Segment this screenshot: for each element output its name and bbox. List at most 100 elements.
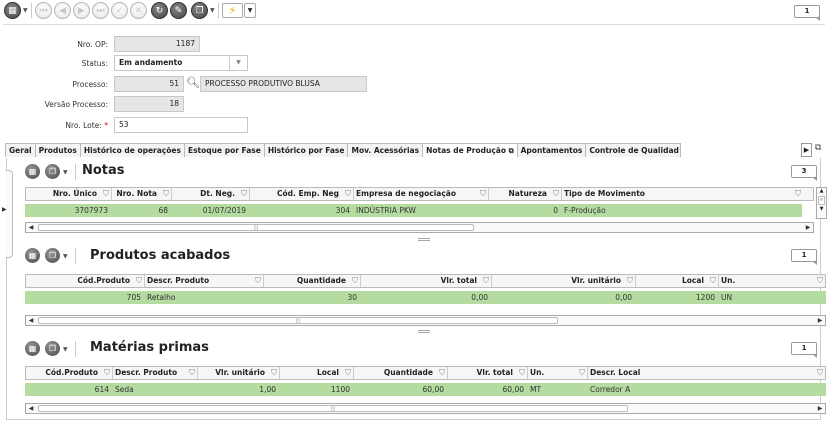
scroll-thumb[interactable]: ≡: [818, 196, 825, 205]
chevron-down-icon[interactable]: ▼: [63, 346, 68, 353]
filter-icon[interactable]: ⛉: [352, 275, 358, 287]
materias-page-indicator[interactable]: 1: [791, 342, 817, 358]
confirm-icon[interactable]: ✓: [111, 2, 128, 19]
edit-icon[interactable]: ✎: [170, 2, 187, 19]
next-record-icon[interactable]: ▶: [73, 2, 90, 19]
col-quantidade[interactable]: Quantidade ⛉: [354, 367, 448, 379]
tab-mov-acessorias[interactable]: Mov. Acessórias: [347, 143, 424, 157]
chevron-down-icon[interactable]: ▼: [63, 169, 68, 176]
filter-icon[interactable]: ⛉: [255, 275, 261, 287]
filter-icon[interactable]: ⛉: [817, 275, 823, 287]
filter-icon[interactable]: ⛉: [271, 367, 277, 379]
filter-icon[interactable]: ⛉: [795, 188, 801, 200]
grid-menu-icon[interactable]: ▦: [25, 341, 40, 356]
grid-menu-icon[interactable]: ▦: [4, 2, 21, 19]
tab-scroll-right-button[interactable]: ▶: [801, 143, 812, 157]
page-indicator[interactable]: 1: [794, 5, 820, 21]
filter-icon[interactable]: ⛉: [439, 367, 445, 379]
col-cod-produto[interactable]: Cód.Produto ⛉: [26, 367, 113, 379]
filter-icon[interactable]: ⛉: [136, 275, 142, 287]
cancel-icon[interactable]: ✕: [130, 2, 147, 19]
col-vlr-total[interactable]: Vlr. total ⛉: [361, 275, 492, 287]
filter-icon[interactable]: ⛉: [627, 275, 633, 287]
col-nro-unico[interactable]: Nro. Único ⛉: [26, 188, 112, 200]
filter-icon[interactable]: ⛉: [579, 367, 585, 379]
tab-estoque-por-fase[interactable]: Estoque por Fase: [183, 143, 265, 157]
chevron-down-icon[interactable]: ▼: [23, 7, 28, 14]
tab-historico-operacoes[interactable]: Histórico de operações: [79, 143, 185, 157]
chevron-down-icon[interactable]: ▼: [210, 7, 215, 14]
splitter[interactable]: [418, 238, 430, 241]
scroll-thumb[interactable]: |||: [38, 405, 628, 412]
status-select[interactable]: Em andamento ▼: [114, 55, 248, 71]
tab-notas-producao[interactable]: Notas de Produção ⧉: [422, 143, 518, 157]
scroll-thumb[interactable]: |||: [38, 317, 558, 324]
filter-icon[interactable]: ⛉: [104, 367, 110, 379]
col-natureza[interactable]: Natureza ⛉: [489, 188, 562, 200]
scroll-right-icon[interactable]: ▶: [815, 316, 825, 325]
col-quantidade[interactable]: Quantidade ⛉: [264, 275, 361, 287]
filter-icon[interactable]: ⛉: [241, 188, 247, 200]
refresh-icon[interactable]: ↻: [151, 2, 168, 19]
tab-menu-icon[interactable]: ⧉: [815, 143, 821, 153]
col-nro-nota[interactable]: Nro. Nota ⛉: [112, 188, 172, 200]
col-descr-produto[interactable]: Descr. Produto ⛉: [145, 275, 264, 287]
popout-icon[interactable]: ⧉: [509, 147, 514, 155]
scroll-up-icon[interactable]: ▲: [817, 188, 826, 195]
tab-controle-qualidade[interactable]: Controle de Qualidad: [585, 143, 682, 157]
processo-field[interactable]: 51: [114, 76, 184, 92]
expand-arrow-icon[interactable]: ▶: [2, 206, 7, 213]
col-descr-local[interactable]: Descr. Local ⛉: [588, 367, 825, 379]
col-un[interactable]: Un. ⛉: [719, 275, 825, 287]
filter-icon[interactable]: ⛉: [189, 367, 195, 379]
scroll-left-icon[interactable]: ◀: [26, 223, 36, 232]
last-record-icon[interactable]: ⏭: [92, 2, 109, 19]
scroll-left-icon[interactable]: ◀: [26, 316, 36, 325]
vertical-scrollbar[interactable]: ▲ ≡ ▼: [816, 187, 827, 219]
filter-icon[interactable]: ⛉: [519, 367, 525, 379]
filter-icon[interactable]: ⛉: [345, 188, 351, 200]
col-empresa-negociacao[interactable]: Empresa de negociação ⛉: [354, 188, 489, 200]
filter-icon[interactable]: ⛉: [480, 188, 486, 200]
scroll-thumb[interactable]: |||: [38, 224, 474, 231]
tab-geral[interactable]: Geral: [5, 143, 36, 157]
clone-icon[interactable]: ❐: [45, 248, 60, 263]
col-descr-produto[interactable]: Descr. Produto ⛉: [113, 367, 198, 379]
chevron-down-icon[interactable]: ▼: [244, 3, 256, 18]
col-vlr-total[interactable]: Vlr. total ⛉: [448, 367, 528, 379]
table-row[interactable]: 705 Retalho 30 0,00 0,00 1200 UN: [25, 291, 826, 304]
scroll-right-icon[interactable]: ▶: [815, 404, 825, 413]
col-local[interactable]: Local ⛉: [280, 367, 354, 379]
filter-icon[interactable]: ⛉: [163, 188, 169, 200]
filter-icon[interactable]: ⛉: [483, 275, 489, 287]
table-row[interactable]: 3707973 68 01/07/2019 304 INDÚSTRIA PKW …: [25, 204, 802, 217]
horizontal-scrollbar[interactable]: ◀ ||| ▶: [25, 222, 814, 233]
filter-icon[interactable]: ⛉: [103, 188, 109, 200]
first-record-icon[interactable]: ⏮: [35, 2, 52, 19]
nro-lote-field[interactable]: 53: [114, 117, 248, 133]
scroll-left-icon[interactable]: ◀: [26, 404, 36, 413]
horizontal-scrollbar[interactable]: ◀ ||| ▶: [25, 403, 826, 414]
grid-menu-icon[interactable]: ▦: [25, 164, 40, 179]
chevron-down-icon[interactable]: ▼: [229, 56, 247, 70]
col-cod-produto[interactable]: Cód.Produto ⛉: [26, 275, 145, 287]
produtos-page-indicator[interactable]: 1: [791, 249, 817, 265]
nro-op-field[interactable]: 1187: [114, 36, 200, 52]
col-tipo-movimento[interactable]: Tipo de Movimento ⛉: [562, 188, 803, 200]
search-icon[interactable]: 🔍︎: [186, 76, 200, 89]
notas-page-indicator[interactable]: 3: [791, 165, 817, 181]
filter-icon[interactable]: ⛉: [553, 188, 559, 200]
filter-icon[interactable]: ⛉: [345, 367, 351, 379]
previous-record-icon[interactable]: ◀: [54, 2, 71, 19]
filter-icon[interactable]: ⛉: [817, 367, 823, 379]
col-cod-emp-neg[interactable]: Cód. Emp. Neg ⛉: [250, 188, 354, 200]
col-local[interactable]: Local ⛉: [636, 275, 719, 287]
collapse-handle[interactable]: [6, 170, 13, 258]
grid-menu-icon[interactable]: ▦: [25, 248, 40, 263]
scroll-right-icon[interactable]: ▶: [803, 223, 813, 232]
clone-icon[interactable]: ❐: [191, 2, 208, 19]
actions-icon[interactable]: ⚡: [222, 3, 243, 18]
table-row[interactable]: 614 Seda 1,00 1100 60,00 60,00 MT Corred…: [25, 383, 826, 396]
horizontal-scrollbar[interactable]: ◀ ||| ▶: [25, 315, 826, 326]
versao-processo-field[interactable]: 18: [114, 96, 184, 112]
